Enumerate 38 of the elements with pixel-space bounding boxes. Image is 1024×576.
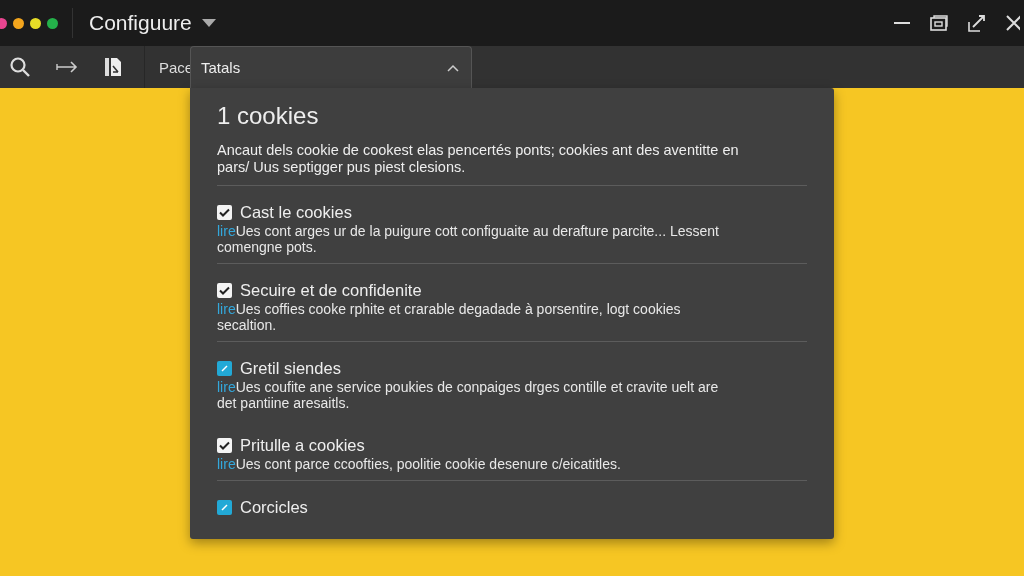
checkbox[interactable] (217, 438, 232, 453)
panel-heading: 1 cookies (217, 102, 320, 130)
caret-icon[interactable] (201, 19, 216, 27)
check-icon (219, 286, 230, 295)
window-dot[interactable] (13, 17, 24, 29)
window-dot[interactable] (47, 17, 58, 29)
window-dot[interactable] (30, 17, 41, 29)
option-label[interactable]: Corcicles (240, 498, 308, 517)
window-title[interactable]: Configuure (89, 11, 192, 35)
check-icon (219, 441, 230, 450)
read-link[interactable]: lire (217, 223, 236, 239)
chevron-icon[interactable] (447, 63, 459, 72)
read-link[interactable]: lire (217, 301, 236, 317)
option-description: lireUes cont arges ur de la puigure cott configuaite au derafture parcite... Lessent comengne pots. (217, 223, 720, 255)
document-icon[interactable] (104, 57, 122, 77)
check-icon (219, 208, 230, 217)
option-label[interactable]: Cast le cookies (240, 203, 352, 222)
read-link[interactable]: lire (217, 456, 236, 472)
pop-out-icon[interactable] (968, 14, 986, 32)
option-label[interactable]: Pritulle a cookies (240, 436, 365, 455)
search-icon[interactable] (10, 57, 30, 77)
totals-tab[interactable]: Tatals (190, 46, 472, 88)
option-description: lireUes coffies cooke rphite et crarable degadade à porsentire, logt cookies secaltion. (217, 301, 682, 333)
option-description: lireUes cont parce ccoofties, poolitie cookie desenure c/eicatitles. (217, 456, 622, 472)
checkbox[interactable] (217, 283, 232, 298)
intro-text: Ancaut dels cookie de cookest elas pencertés ponts; cookies ant des aventitte en pars/ Uus septigger pus piest clesions. (217, 142, 740, 176)
checkbox[interactable] (217, 500, 232, 515)
close-icon[interactable] (1006, 15, 1020, 31)
check-icon (220, 364, 229, 373)
checkbox[interactable] (217, 205, 232, 220)
option-description: lireUes coufite ane service poukies de conpaiges drges contille et cravite uelt are det pantiine aresaitls. (217, 379, 720, 411)
restore-icon[interactable] (930, 15, 948, 31)
read-link[interactable]: lire (217, 379, 236, 395)
option-label[interactable]: Gretil siendes (240, 359, 341, 378)
checkbox[interactable] (217, 361, 232, 376)
check-icon (220, 503, 229, 512)
option-label[interactable]: Secuire et de confidenite (240, 281, 422, 300)
arrow-icon[interactable] (56, 61, 78, 73)
